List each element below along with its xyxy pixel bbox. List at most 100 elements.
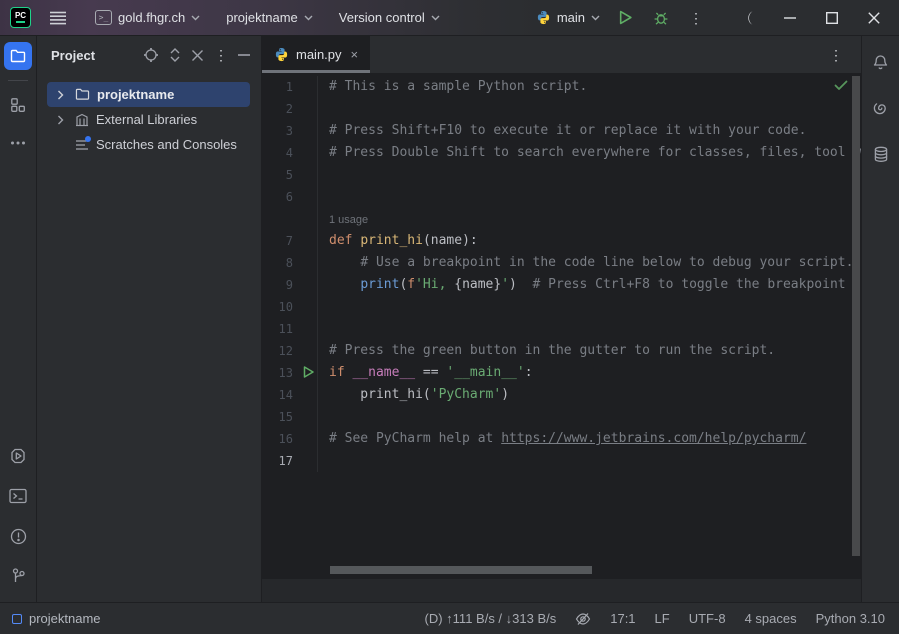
line-number[interactable]: 6	[262, 186, 318, 208]
tree-item-projektname[interactable]: projektname	[47, 82, 250, 107]
line-number[interactable]: 17	[262, 450, 318, 472]
code-editor[interactable]: 1# This is a sample Python script.23# Pr…	[262, 74, 861, 578]
code-text[interactable]	[318, 318, 329, 340]
code-text[interactable]: # Press Double Shift to search everywher…	[318, 142, 861, 164]
line-number[interactable]: 7	[262, 230, 318, 252]
line-number[interactable]: 12	[262, 340, 318, 362]
ai-assistant-button[interactable]	[867, 94, 895, 122]
code-text[interactable]	[318, 164, 329, 186]
code-line[interactable]: 15	[262, 406, 861, 428]
project-tool-window-button[interactable]	[4, 42, 32, 70]
close-tab-icon[interactable]: ×	[351, 47, 359, 62]
editor-options-button[interactable]: ⋮	[823, 44, 849, 66]
terminal-tool-window-button[interactable]	[4, 482, 32, 510]
code-line[interactable]: 1# This is a sample Python script.	[262, 76, 861, 98]
code-text[interactable]: # This is a sample Python script.	[318, 76, 587, 98]
caret-position-widget[interactable]: 17:1	[610, 611, 635, 626]
code-text[interactable]	[318, 406, 329, 428]
line-number[interactable]: 11	[262, 318, 318, 340]
line-number[interactable]	[262, 208, 318, 230]
highlighting-level-icon[interactable]	[575, 612, 591, 626]
code-line[interactable]: 8 # Use a breakpoint in the code line be…	[262, 252, 861, 274]
code-text[interactable]: print_hi('PyCharm')	[318, 384, 509, 406]
git-tool-window-button[interactable]	[4, 562, 32, 590]
line-number[interactable]: 2	[262, 98, 318, 120]
code-line[interactable]: 10	[262, 296, 861, 318]
usage-inlay-hint[interactable]: 1 usage	[318, 208, 368, 230]
more-actions-button[interactable]: ⋮	[683, 7, 709, 29]
line-number[interactable]: 8	[262, 252, 318, 274]
line-ending-widget[interactable]: LF	[655, 611, 670, 626]
code-line[interactable]: 2	[262, 98, 861, 120]
code-text[interactable]	[318, 296, 329, 318]
more-tool-windows-button[interactable]	[4, 129, 32, 157]
structure-tool-window-button[interactable]	[4, 91, 32, 119]
line-number[interactable]: 10	[262, 296, 318, 318]
run-configuration-selector[interactable]: main	[528, 5, 608, 30]
code-line[interactable]: 13if __name__ == '__main__':	[262, 362, 861, 384]
services-tool-window-button[interactable]	[4, 442, 32, 470]
status-project-widget[interactable]: projektname	[12, 611, 101, 626]
line-number[interactable]: 13	[262, 362, 318, 384]
maximize-button[interactable]	[811, 0, 853, 36]
database-button[interactable]	[867, 140, 895, 168]
run-line-icon[interactable]	[303, 366, 314, 378]
code-line[interactable]: 14 print_hi('PyCharm')	[262, 384, 861, 406]
code-line[interactable]: 1 usage	[262, 208, 861, 230]
line-number[interactable]: 15	[262, 406, 318, 428]
chevron-right-icon[interactable]	[52, 115, 68, 125]
tree-item-external-libraries[interactable]: External Libraries	[37, 107, 261, 132]
code-text[interactable]: if __name__ == '__main__':	[318, 362, 533, 384]
code-text[interactable]	[318, 186, 329, 208]
code-text[interactable]: # Press the green button in the gutter t…	[318, 340, 775, 362]
code-line[interactable]: 11	[262, 318, 861, 340]
indent-widget[interactable]: 4 spaces	[745, 611, 797, 626]
chevron-right-icon[interactable]	[52, 90, 68, 100]
inspection-ok-icon[interactable]	[834, 80, 848, 91]
tree-item-scratches[interactable]: Scratches and Consoles	[37, 132, 261, 157]
theme-crescent-icon[interactable]	[727, 0, 769, 36]
encoding-widget[interactable]: UTF-8	[689, 611, 726, 626]
interpreter-widget[interactable]: Python 3.10	[816, 611, 885, 626]
code-text[interactable]: # Use a breakpoint in the code line belo…	[318, 252, 853, 274]
code-text[interactable]: # See PyCharm help at https://www.jetbra…	[318, 428, 806, 450]
line-number[interactable]: 3	[262, 120, 318, 142]
hide-panel-button[interactable]	[235, 51, 253, 59]
notifications-button[interactable]	[867, 48, 895, 76]
code-line[interactable]: 4# Press Double Shift to search everywhe…	[262, 142, 861, 164]
debug-button[interactable]	[647, 6, 675, 30]
vertical-scrollbar[interactable]	[852, 76, 860, 556]
code-line[interactable]: 6	[262, 186, 861, 208]
code-line[interactable]: 5	[262, 164, 861, 186]
network-speed-widget[interactable]: (D) ↑111 B/s / ↓313 B/s	[425, 611, 557, 626]
panel-options-button[interactable]: ⋮	[211, 45, 231, 65]
version-control-menu[interactable]: Version control	[331, 5, 448, 30]
close-button[interactable]	[853, 0, 895, 36]
line-number[interactable]: 5	[262, 164, 318, 186]
code-line[interactable]: 17	[262, 450, 861, 472]
project-menu[interactable]: projektname	[218, 5, 321, 30]
code-line[interactable]: 7def print_hi(name):	[262, 230, 861, 252]
line-number[interactable]: 9	[262, 274, 318, 296]
line-number[interactable]: 14	[262, 384, 318, 406]
code-text[interactable]	[318, 98, 329, 120]
run-button[interactable]	[612, 6, 639, 29]
line-number[interactable]: 1	[262, 76, 318, 98]
remote-host-menu[interactable]: >_ gold.fhgr.ch	[87, 5, 208, 30]
code-line[interactable]: 16# See PyCharm help at https://www.jetb…	[262, 428, 861, 450]
code-line[interactable]: 12# Press the green button in the gutter…	[262, 340, 861, 362]
main-menu-button[interactable]	[43, 7, 73, 29]
problems-tool-window-button[interactable]	[4, 522, 32, 550]
line-number[interactable]: 4	[262, 142, 318, 164]
line-number[interactable]: 16	[262, 428, 318, 450]
tab-main-py[interactable]: main.py ×	[262, 36, 370, 73]
collapse-all-button[interactable]	[188, 46, 207, 65]
code-line[interactable]: 9 print(f'Hi, {name}') # Press Ctrl+F8 t…	[262, 274, 861, 296]
expand-all-button[interactable]	[166, 44, 184, 66]
code-text[interactable]	[318, 450, 329, 472]
code-text[interactable]: # Press Shift+F10 to execute it or repla…	[318, 120, 806, 142]
code-line[interactable]: 3# Press Shift+F10 to execute it or repl…	[262, 120, 861, 142]
locate-file-button[interactable]	[140, 44, 162, 66]
code-text[interactable]: print(f'Hi, {name}') # Press Ctrl+F8 to …	[318, 274, 846, 296]
minimize-button[interactable]	[769, 0, 811, 36]
